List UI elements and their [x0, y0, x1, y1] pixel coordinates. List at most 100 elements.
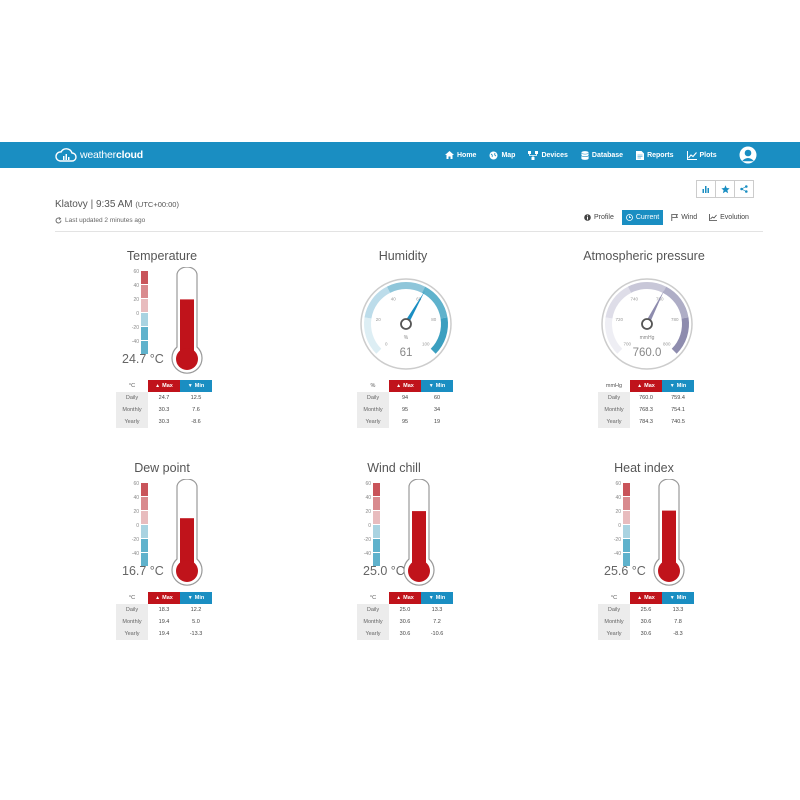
max-value: 19.4: [158, 631, 170, 637]
report-icon: [636, 150, 645, 160]
max-value: 24.7: [158, 395, 170, 401]
scale-tick: 20: [365, 509, 371, 515]
scale-segment: [141, 285, 148, 298]
nav-database[interactable]: Database: [581, 150, 623, 160]
temperature-title: Temperature: [126, 249, 198, 263]
stats-header-row: °C ▲ Max ▼ Min: [357, 592, 453, 604]
nav-home[interactable]: Home: [445, 151, 476, 159]
row-label: Yearly: [357, 416, 389, 428]
thermometer-icon: [403, 479, 435, 586]
heatindex-value: 25.6 °C: [604, 564, 646, 578]
dewpoint-stats-table: °C ▲ Max ▼ Min Daily 18.3 12.2 Monthly 19.4 5.0 Yea…: [116, 592, 212, 640]
scale-segment: [373, 497, 380, 510]
scale-segment: [141, 483, 148, 496]
max-label: Max: [644, 383, 655, 389]
max-label: Max: [162, 383, 173, 389]
scale-tick: -20: [131, 325, 139, 331]
scale-segment: [141, 271, 148, 284]
row-label: Yearly: [598, 628, 630, 640]
scale-segment: [373, 511, 380, 524]
gauge-tick-label: 740: [631, 297, 639, 302]
scale-segment: [623, 483, 630, 496]
chevron-up-icon: ▲: [396, 595, 402, 601]
tab-current[interactable]: Current: [621, 210, 664, 225]
chevron-down-icon: ▼: [187, 383, 193, 389]
station-name-time: Klatovy | 9:35 AM: [55, 199, 133, 210]
scale-segment: [141, 511, 148, 524]
logo[interactable]: weathercloud: [55, 146, 143, 164]
tab-evolution[interactable]: Evolution: [705, 210, 753, 225]
scale-tick: 60: [133, 269, 139, 275]
stats-header-row: °C ▲ Max ▼ Min: [598, 592, 694, 604]
gauge-hub: [400, 318, 412, 330]
max-value: 760.0: [639, 395, 653, 401]
min-label: Min: [194, 595, 205, 601]
scale-segment: [373, 483, 380, 496]
min-value: 7.2: [433, 619, 441, 625]
humidity-stats-table: % ▲ Max ▼ Min Daily 94 60 Monthly 95 34 Yearly 95 19: [357, 380, 453, 428]
row-label: Monthly: [116, 616, 148, 628]
tab-wind[interactable]: Wind: [667, 210, 701, 225]
stats-header-row: °C ▲ Max ▼ Min: [116, 380, 212, 392]
unit-label: °C: [128, 595, 136, 601]
navbar: weathercloud Home Map Devices Database R…: [0, 142, 800, 168]
row-label: Monthly: [357, 616, 389, 628]
windchill-title: Wind chill: [367, 461, 421, 475]
chevron-up-icon: ▲: [155, 383, 161, 389]
min-header: ▼ Min: [662, 380, 694, 392]
nav-plots[interactable]: Plots: [686, 150, 717, 160]
min-header: ▼ Min: [662, 592, 694, 604]
max-label: Max: [403, 595, 414, 601]
nav-reports[interactable]: Reports: [636, 150, 674, 160]
stats-button[interactable]: [696, 180, 716, 198]
min-header: ▼ Min: [180, 380, 212, 392]
chevron-down-icon: ▼: [428, 595, 434, 601]
clock-icon: [625, 214, 633, 221]
max-value: 95: [401, 419, 409, 425]
stats-row: Yearly 95 19: [357, 416, 453, 428]
gauge-tick-label: 20: [376, 317, 382, 322]
nav-devices[interactable]: Devices: [528, 150, 568, 160]
share-icon: [740, 185, 748, 193]
min-label: Min: [676, 595, 687, 601]
favorite-button[interactable]: [715, 180, 735, 198]
windchill-value: 25.0 °C: [363, 564, 405, 578]
thermometer-icon: [653, 479, 685, 586]
max-value: 30.6: [640, 631, 652, 637]
min-header: ▼ Min: [421, 380, 453, 392]
chart-icon: [686, 150, 697, 160]
max-value: 30.6: [399, 619, 411, 625]
gauge-tick-label: 720: [616, 317, 624, 322]
unit-label: mmHg: [605, 383, 623, 389]
nav-plots-label: Plots: [699, 151, 717, 159]
scale-tick: 40: [615, 495, 621, 501]
tab-profile[interactable]: Profile: [580, 210, 618, 225]
scale-tick: -40: [131, 339, 139, 345]
max-header: ▲ Max: [389, 592, 421, 604]
refresh-icon: [55, 217, 62, 224]
nav-devices-label: Devices: [541, 151, 568, 159]
min-value: -13.3: [189, 631, 203, 637]
logo-text: weathercloud: [80, 149, 143, 161]
scale-tick: 60: [133, 481, 139, 487]
min-value: 60: [433, 395, 441, 401]
min-value: 12.2: [190, 607, 202, 613]
bar-chart-icon: [702, 186, 709, 193]
gauge-tick-label: 80: [431, 317, 437, 322]
nav-map[interactable]: Map: [489, 151, 515, 160]
humidity-gauge: 02040 6080100%: [360, 278, 452, 370]
dewpoint-widget: Dew point 60 40 20 0 -20 -40 16.7 °C °C ▲ Max ▼ Min D…: [91, 461, 331, 661]
min-value: 13.3: [672, 607, 684, 613]
share-button[interactable]: [734, 180, 754, 198]
max-header: ▲ Max: [389, 380, 421, 392]
scale-segment: [373, 525, 380, 538]
line-chart-icon: [709, 214, 718, 221]
max-label: Max: [644, 595, 655, 601]
home-icon: [445, 151, 454, 159]
divider: [55, 231, 763, 232]
stats-header-row: mmHg ▲ Max ▼ Min: [598, 380, 694, 392]
chevron-up-icon: ▲: [155, 595, 161, 601]
tab-current-label: Current: [635, 214, 660, 221]
last-updated: Last updated 2 minutes ago: [55, 217, 145, 224]
user-avatar-icon[interactable]: [739, 146, 757, 164]
